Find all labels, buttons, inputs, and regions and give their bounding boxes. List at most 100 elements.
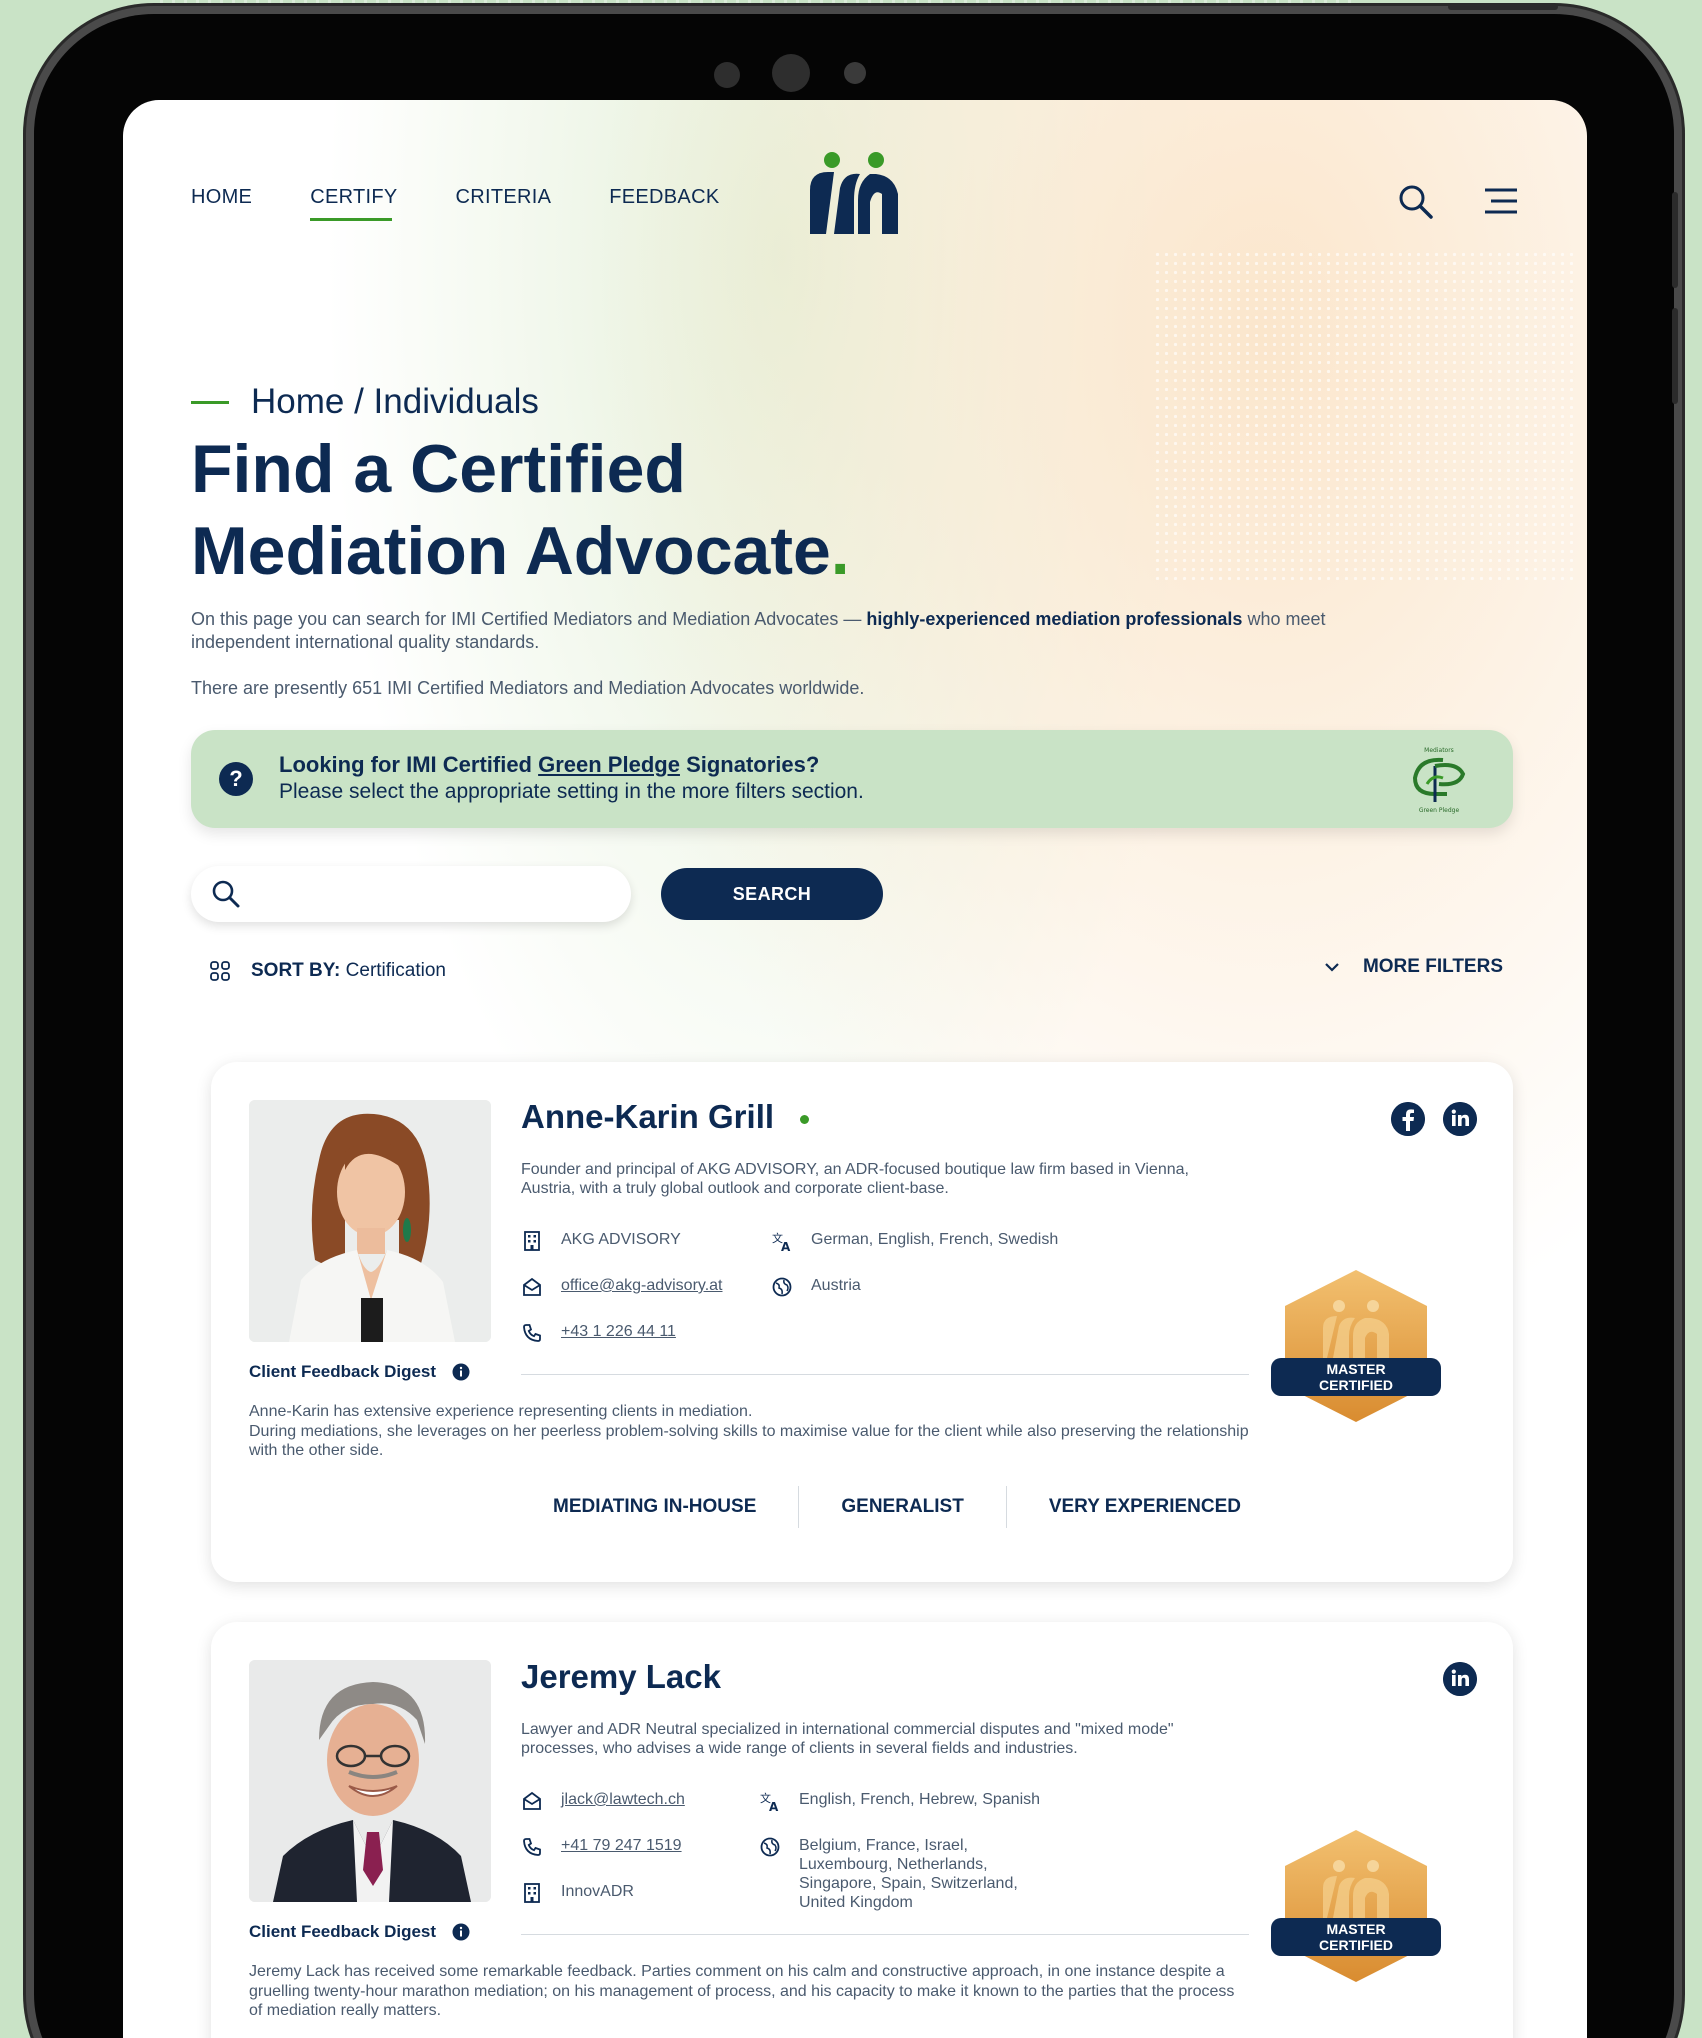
question-icon: ? (219, 762, 253, 796)
green-pledge-logo-top: Mediators (1424, 747, 1454, 754)
map-dots-decoration (1153, 250, 1573, 580)
profile-name[interactable]: Jeremy Lack (521, 1658, 721, 1696)
translate-icon: 文 A (760, 1791, 779, 1812)
profile-card-jeremy-lack[interactable]: Jeremy Lack Lawyer and ADR Neutral speci… (211, 1622, 1513, 2038)
sort-label: SORT BY: Certification (251, 960, 446, 982)
breadcrumb-dash (191, 400, 229, 404)
building-icon (524, 1231, 540, 1251)
digest-label-text: Client Feedback Digest (249, 1362, 437, 1381)
sensor-dot (714, 62, 740, 88)
sort-label-bold: SORT BY: (251, 960, 341, 981)
email-row: office@akg-advisory.at (521, 1276, 723, 1298)
countries-row: Belgium, France, Israel, Luxembourg, Net… (759, 1836, 1059, 1912)
badge-line-1: MASTER (1326, 1361, 1385, 1377)
client-feedback-digest: Anne-Karin has extensive experience repr… (249, 1403, 1249, 1459)
profile-photo (249, 1100, 491, 1342)
imi-logo[interactable] (804, 150, 904, 234)
more-filters-toggle[interactable]: MORE FILTERS (1323, 956, 1503, 978)
master-certified-badge[interactable]: MASTER CERTIFIED (1269, 1266, 1443, 1426)
volume-up-button (1672, 192, 1678, 288)
badge-line-2: CERTIFIED (1319, 1937, 1393, 1953)
client-feedback-digest: Jeremy Lack has received some remarkable… (249, 1963, 1235, 2019)
linkedin-icon[interactable] (1443, 1102, 1477, 1136)
search-icon[interactable] (1396, 182, 1436, 222)
breadcrumb-text[interactable]: Home / Individuals (251, 382, 539, 422)
org-row: InnovADR (521, 1882, 634, 1904)
more-filters-label: MORE FILTERS (1362, 956, 1503, 977)
grid-icon (210, 961, 230, 981)
tag-very-experienced: VERY EXPERIENCED (1048, 1496, 1241, 1517)
banner-subtitle: Please select the appropriate setting in… (279, 780, 864, 803)
building-icon (524, 1883, 540, 1903)
green-pledge-link[interactable]: Green Pledge (538, 752, 680, 777)
intro-bold: highly-experienced mediation professiona… (866, 609, 1243, 629)
languages-text: English, French, Hebrew, Spanish (799, 1791, 1041, 1808)
languages-row: 文 A German, English, French, Swedish (771, 1230, 1058, 1252)
green-pledge-dot (800, 1114, 810, 1124)
nav-feedback[interactable]: FEEDBACK (609, 186, 719, 209)
languages-row: 文 A English, French, Hebrew, Spanish (759, 1790, 1040, 1812)
volume-down-button (1672, 308, 1678, 404)
badge-line-1: MASTER (1326, 1921, 1385, 1937)
facebook-icon[interactable] (1391, 1102, 1425, 1136)
banner-title: Looking for IMI Certified Green Pledge S… (279, 752, 819, 778)
linkedin-icon[interactable] (1443, 1662, 1477, 1696)
svg-text:A: A (769, 1800, 779, 1812)
search-input[interactable] (251, 876, 611, 912)
globe-icon (760, 1837, 780, 1857)
profile-bio: Lawyer and ADR Neutral specialized in in… (521, 1721, 1174, 1757)
nav-home[interactable]: HOME (191, 186, 252, 209)
divider (521, 1374, 1249, 1375)
search-button[interactable]: SEARCH (661, 868, 883, 920)
org-row: AKG ADVISORY (521, 1230, 681, 1252)
nav-criteria[interactable]: CRITERIA (456, 186, 552, 209)
info-icon[interactable] (452, 1923, 470, 1941)
profile-photo (249, 1660, 491, 1902)
light-sensor (844, 62, 866, 84)
front-camera (772, 54, 810, 92)
countries-text: Belgium, France, Israel, Luxembourg, Net… (799, 1837, 1018, 1911)
expertise-tags: MEDIATING IN-HOUSE GENERALIST VERY EXPER… (511, 1486, 1283, 1528)
profile-name[interactable]: Anne-Karin Grill (521, 1098, 810, 1136)
search-field (191, 866, 631, 922)
country-row: Austria (771, 1276, 861, 1298)
tag-mediating-in-house: MEDIATING IN-HOUSE (553, 1496, 757, 1517)
search-field-icon (212, 880, 240, 908)
badge-line-2: CERTIFIED (1319, 1377, 1393, 1393)
email-row: jlack@lawtech.ch (521, 1790, 685, 1812)
nav-certify[interactable]: CERTIFY (310, 186, 397, 221)
green-pledge-logo-bottom: Green Pledge (1419, 807, 1460, 814)
sort-value: Certification (345, 960, 446, 981)
profile-bio: Founder and principal of AKG ADVISORY, a… (521, 1161, 1189, 1197)
title-dot: . (830, 513, 850, 589)
browser-screen: HOME CERTIFY CRITERIA FEEDBACK Home / In… (123, 100, 1587, 2038)
breadcrumb: Home / Individuals (191, 382, 539, 422)
envelope-icon (523, 1277, 541, 1296)
power-button (1448, 4, 1558, 10)
tag-generalist: GENERALIST (841, 1496, 964, 1517)
phone-link[interactable]: +41 79 247 1519 (561, 1836, 682, 1855)
hamburger-menu-icon[interactable] (1481, 182, 1521, 222)
main-nav: HOME CERTIFY CRITERIA FEEDBACK (191, 186, 719, 221)
green-pledge-banner: ? Looking for IMI Certified Green Pledge… (191, 730, 1513, 828)
sort-control[interactable]: SORT BY: Certification (209, 960, 446, 982)
intro-part-1: On this page you can search for IMI Cert… (191, 609, 867, 629)
divider (521, 1934, 1249, 1935)
svg-text:A: A (781, 1240, 791, 1252)
languages-text: German, English, French, Swedish (811, 1231, 1059, 1248)
info-icon[interactable] (452, 1363, 470, 1381)
client-feedback-digest-label: Client Feedback Digest (249, 1922, 470, 1942)
envelope-icon (523, 1791, 541, 1810)
master-certified-badge[interactable]: MASTER CERTIFIED (1269, 1826, 1443, 1986)
title-line-1: Find a Certified (191, 431, 686, 507)
country-text: Austria (811, 1277, 861, 1294)
email-link[interactable]: jlack@lawtech.ch (561, 1790, 685, 1809)
profile-card-anne-karin-grill[interactable]: Anne-Karin Grill Founder and principal o… (211, 1062, 1513, 1582)
phone-row: +41 79 247 1519 (521, 1836, 682, 1858)
email-link[interactable]: office@akg-advisory.at (561, 1276, 723, 1295)
phone-link[interactable]: +43 1 226 44 11 (561, 1322, 676, 1341)
org-name: InnovADR (561, 1883, 634, 1900)
client-feedback-digest-label: Client Feedback Digest (249, 1362, 470, 1382)
title-line-2: Mediation Advocate (191, 513, 831, 589)
page-title: Find a Certified Mediation Advocate. (191, 428, 991, 592)
